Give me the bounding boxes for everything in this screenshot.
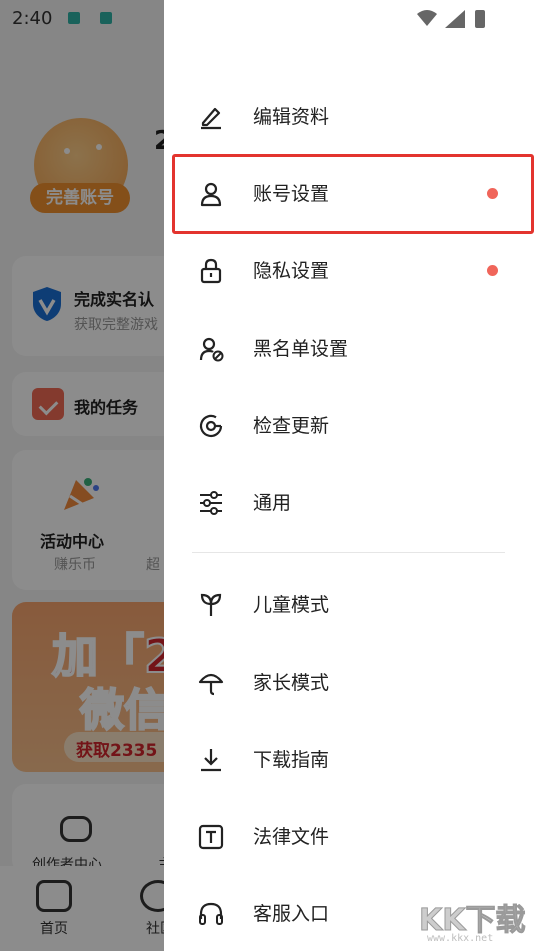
umbrella-icon [198,673,224,696]
menu-item-edit-profile[interactable]: 编辑资料 [164,86,535,146]
headset-icon [199,902,223,925]
sliders-icon [200,491,222,515]
menu-item-check-update[interactable]: 检查更新 [164,395,535,455]
update-icon [199,414,223,438]
menu-label: 账号设置 [253,183,330,205]
block-user-icon [199,337,224,362]
menu-item-kids-mode[interactable]: 儿童模式 [164,574,535,634]
menu-item-privacy-settings[interactable]: 隐私设置 [164,240,535,300]
menu-label: 法律文件 [253,826,330,848]
menu-label: 黑名单设置 [253,338,349,360]
menu-item-account-settings[interactable]: 账号设置 [164,163,535,223]
menu-item-legal-documents[interactable]: 法律文件 [164,806,535,866]
unread-dot [487,265,498,276]
watermark-url: www.kkx.net [427,933,494,944]
menu-label: 通用 [253,492,292,514]
system-status-icons [417,10,485,28]
lock-icon [200,258,222,284]
menu-label: 下载指南 [253,749,330,771]
menu-label: 编辑资料 [253,106,330,128]
text-doc-icon [198,824,224,850]
menu-item-general[interactable]: 通用 [164,472,535,532]
watermark: KK下载 www.kkx.net [417,895,527,947]
menu-label: 家长模式 [253,672,330,694]
menu-divider [192,552,505,553]
menu-label: 检查更新 [253,415,330,437]
sprout-icon [200,593,222,616]
menu-item-download-guide[interactable]: 下载指南 [164,729,535,789]
download-icon [201,749,221,772]
menu-item-blacklist-settings[interactable]: 黑名单设置 [164,318,535,378]
menu-item-parent-mode[interactable]: 家长模式 [164,652,535,712]
settings-drawer: 编辑资料 账号设置 隐私设置 黑名单设置 检查更新 通用 儿童模式 家长模式 下… [164,0,535,951]
menu-label: 隐私设置 [253,260,330,282]
user-icon [200,182,222,207]
unread-dot [487,188,498,199]
edit-icon [201,107,221,130]
menu-label: 儿童模式 [253,594,330,616]
menu-label: 客服入口 [253,903,330,925]
